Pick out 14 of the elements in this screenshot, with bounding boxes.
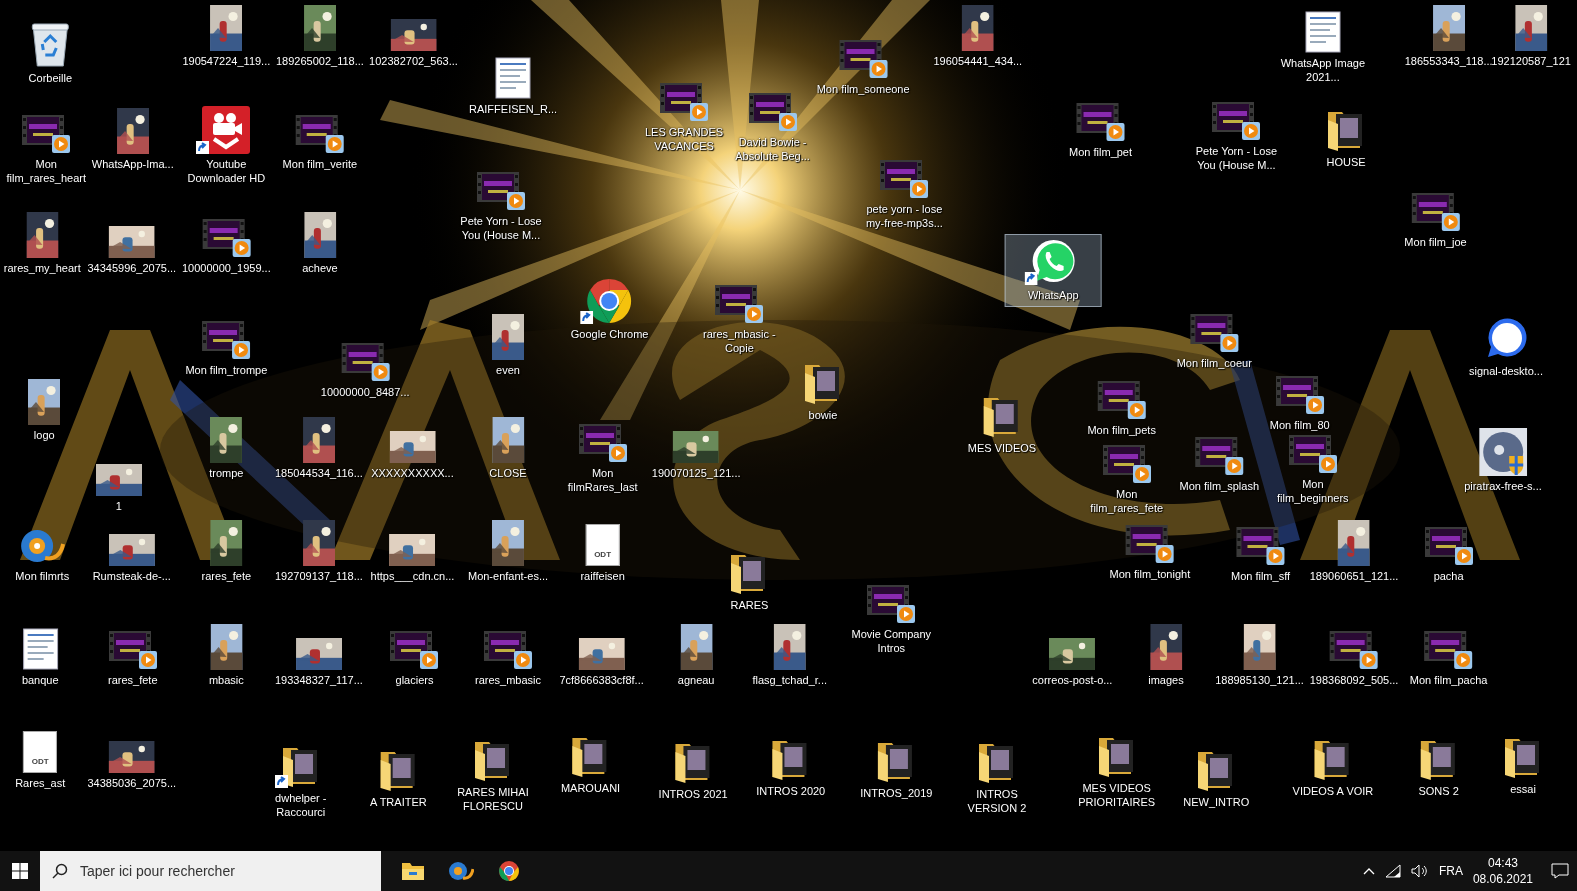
search-icon — [52, 863, 68, 879]
search-box[interactable]: Taper ici pour rechercher — [40, 851, 381, 891]
browser-logo-icon[interactable] — [498, 860, 520, 882]
language-indicator[interactable]: FRA — [1438, 864, 1463, 878]
windows-icon — [12, 863, 28, 879]
search-field[interactable]: Taper ici pour rechercher — [78, 862, 362, 880]
film-reel-icon[interactable] — [448, 860, 474, 882]
notification-icon[interactable] — [1551, 863, 1569, 879]
clock-time[interactable]: 04:43 — [1487, 855, 1518, 871]
speaker-icon[interactable] — [1410, 864, 1429, 878]
network-icon[interactable] — [1384, 864, 1401, 878]
chevron-up-icon[interactable] — [1362, 867, 1375, 875]
folder-icon[interactable] — [401, 861, 425, 881]
clock-date[interactable]: 08.06.2021 — [1472, 871, 1533, 887]
